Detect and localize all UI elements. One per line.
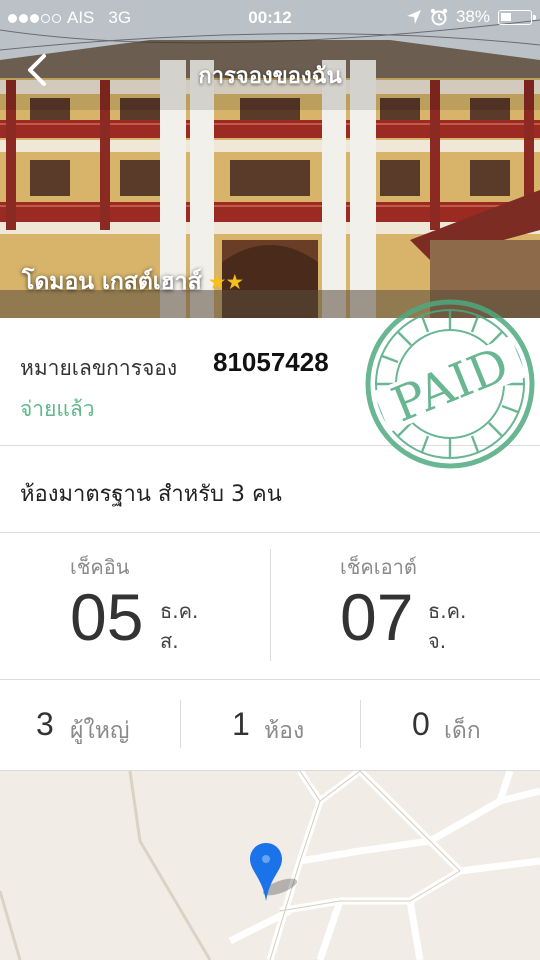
alarm-clock-icon bbox=[430, 8, 448, 26]
checkin-block: เช็คอิน 05 ธ.ค. ส. bbox=[0, 533, 270, 679]
star-rating: ★★ bbox=[207, 270, 245, 294]
children-value: 0 bbox=[412, 706, 430, 742]
checkout-day: 07 bbox=[340, 580, 414, 654]
checkin-day: 05 bbox=[70, 580, 144, 654]
adults-value: 3 bbox=[36, 706, 54, 742]
nav-bar: การจองของฉัน bbox=[0, 46, 540, 98]
booking-section: หมายเลขการจอง 81057428 จ่ายแล้ว PAID bbox=[0, 299, 540, 469]
room-description: ห้องมาตรฐาน สำหรับ 3 คน bbox=[20, 482, 282, 507]
adults-unit: ผู้ใหญ่ bbox=[70, 718, 130, 744]
hotel-photo: AIS 3G 00:12 38% การจองของฉัน โดมอน เกสต bbox=[0, 0, 540, 318]
checkin-month: ธ.ค. bbox=[160, 599, 199, 623]
checkout-month: ธ.ค. bbox=[428, 599, 467, 623]
booking-number-label: หมายเลขการจอง bbox=[20, 356, 178, 380]
checkin-weekday: ส. bbox=[160, 629, 179, 653]
hotel-name: โดมอน เกสต์เฮาส์ bbox=[22, 269, 202, 295]
guest-counts: 3 ผู้ใหญ่ 1 ห้อง 0 เด็ก bbox=[0, 680, 540, 771]
location-arrow-icon bbox=[406, 10, 421, 24]
map-pin-icon[interactable] bbox=[244, 841, 304, 903]
children-unit: เด็ก bbox=[444, 718, 481, 744]
paid-stamp-text: PAID bbox=[384, 336, 516, 433]
rooms-count: 1 ห้อง bbox=[180, 680, 360, 770]
booking-number: 81057428 bbox=[213, 347, 329, 377]
payment-status: จ่ายแล้ว bbox=[20, 397, 95, 421]
rooms-unit: ห้อง bbox=[264, 718, 305, 744]
checkout-block: เช็คเอาต์ 07 ธ.ค. จ. bbox=[270, 533, 540, 679]
rooms-value: 1 bbox=[232, 706, 250, 742]
room-section: ห้องมาตรฐาน สำหรับ 3 คน bbox=[0, 446, 540, 533]
stay-dates: เช็คอิน 05 ธ.ค. ส. เช็คเอาต์ 07 ธ.ค. จ. bbox=[0, 533, 540, 680]
status-bar: AIS 3G 00:12 38% bbox=[0, 0, 540, 36]
checkout-weekday: จ. bbox=[428, 629, 447, 653]
hotel-name-row: โดมอน เกสต์เฮาส์ ★★ bbox=[22, 264, 245, 300]
children-count: 0 เด็ก bbox=[360, 680, 540, 770]
battery-percent: 38% bbox=[455, 7, 490, 26]
page-title: การจองของฉัน bbox=[198, 64, 342, 89]
battery-icon bbox=[498, 9, 536, 25]
location-map[interactable] bbox=[0, 771, 540, 960]
adults-count: 3 ผู้ใหญ่ bbox=[0, 680, 180, 770]
